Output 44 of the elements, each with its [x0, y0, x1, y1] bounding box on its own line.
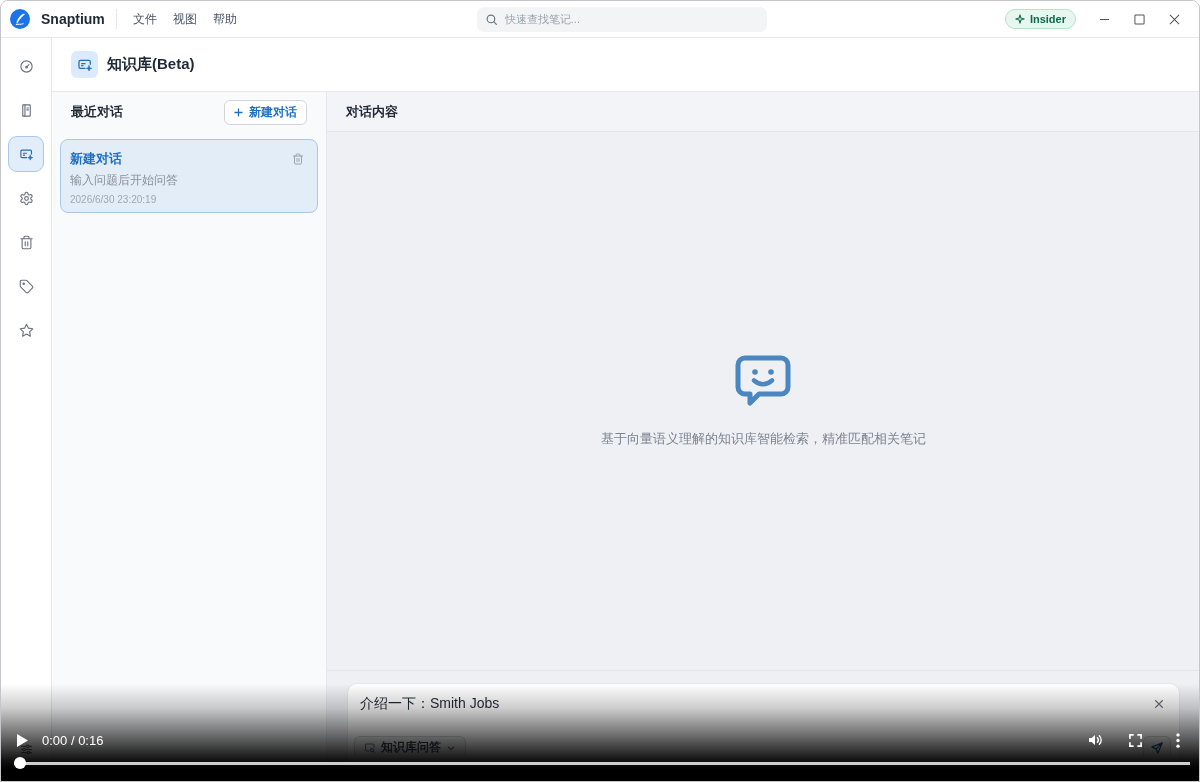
app-name: Snaptium [41, 11, 105, 27]
menu-item[interactable]: 文件 [132, 10, 157, 28]
star-icon [18, 322, 34, 338]
panel-heading: 最近对话 [71, 103, 123, 121]
menu-item[interactable]: 帮助 [212, 10, 237, 28]
search-icon [484, 12, 498, 26]
empty-state-message: 基于向量语义理解的知识库智能检索，精准匹配相关笔记 [600, 430, 926, 448]
send-icon [1150, 740, 1164, 755]
clear-icon[interactable] [1154, 699, 1164, 709]
conversation-title: 新建对话 [70, 150, 122, 168]
chat-sparkle-icon [71, 51, 98, 78]
insider-badge[interactable]: Insider [1004, 9, 1076, 29]
badge-label: Insider [1029, 13, 1066, 25]
trash-icon [18, 234, 34, 250]
play-icon[interactable] [17, 733, 28, 747]
video-time: 0:00 / 0:16 [42, 732, 104, 748]
tag-icon [18, 278, 34, 294]
chat-sparkle-icon [18, 146, 34, 162]
conversation-time: 2026/6/30 23:20:19 [70, 194, 157, 205]
smiling-chat-icon [735, 354, 791, 409]
sparkle-icon [1014, 14, 1025, 24]
more-options-icon[interactable] [1176, 732, 1180, 748]
question-field[interactable]: 介绍一下：Smith Jobs [354, 693, 1154, 715]
fullscreen-icon[interactable] [1129, 733, 1142, 747]
settings-icon [18, 190, 34, 206]
menu-item[interactable]: 视图 [172, 10, 197, 28]
feather-logo-icon [10, 9, 30, 29]
new-conversation-button[interactable]: 新建对话 [224, 99, 307, 125]
volume-icon[interactable] [1087, 732, 1103, 748]
conversation-item[interactable]: 新建对话 输入问题后开始问答 2026/6/30 23:20:19 [60, 139, 318, 213]
progress-track[interactable] [14, 757, 1190, 769]
search-field[interactable]: 快速查找笔记... [476, 6, 767, 32]
plus-icon [234, 107, 243, 117]
progress-thumb[interactable] [14, 757, 26, 769]
sliders-icon[interactable] [18, 742, 34, 757]
close-icon [1169, 13, 1180, 25]
nav-button[interactable] [8, 136, 44, 172]
trash-icon[interactable] [292, 153, 304, 165]
chat-search-icon [364, 741, 376, 754]
conversation-preview: 输入问题后开始问答 [70, 172, 178, 189]
maximize-icon [1134, 13, 1145, 25]
panel-heading: 对话内容 [346, 102, 398, 121]
page-title: 知识库(Beta) [107, 55, 195, 74]
gauge-icon [18, 58, 34, 74]
